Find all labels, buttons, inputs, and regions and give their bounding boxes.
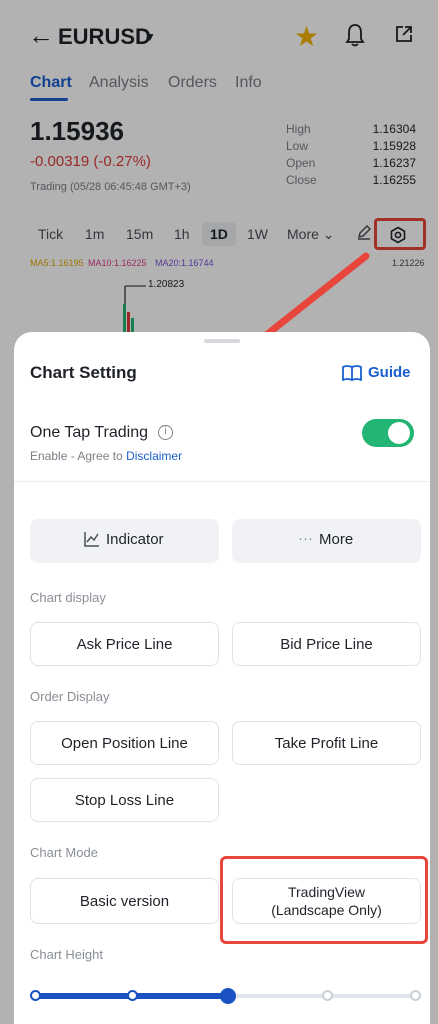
more-label: More [319, 531, 354, 548]
take-profit-line-button[interactable]: Take Profit Line [232, 721, 421, 765]
slider-step[interactable] [127, 990, 138, 1001]
guide-label: Guide [368, 364, 411, 381]
slider-step[interactable] [322, 990, 333, 1001]
indicator-label: Indicator [106, 531, 164, 548]
more-button[interactable]: ··· More [232, 519, 421, 563]
sheet-title: Chart Setting [30, 363, 137, 382]
ask-price-line-label: Ask Price Line [76, 636, 173, 653]
stop-loss-line-button[interactable]: Stop Loss Line [30, 778, 219, 822]
drag-handle[interactable] [204, 339, 240, 343]
ask-price-line-button[interactable]: Ask Price Line [30, 622, 219, 666]
open-position-line-label: Open Position Line [61, 735, 188, 752]
annotation-highlight-tradingview [220, 856, 428, 944]
one-tap-trading-subtitle: Enable - Agree to Disclaimer [30, 449, 182, 463]
chart-mode-label: Chart Mode [30, 845, 98, 860]
indicator-chart-icon [84, 531, 100, 551]
disclaimer-link[interactable]: Disclaimer [126, 449, 182, 463]
stop-loss-line-label: Stop Loss Line [74, 792, 175, 809]
toggle-knob [388, 422, 410, 444]
one-tap-trading-toggle[interactable] [362, 419, 414, 447]
book-icon [342, 365, 362, 381]
slider-step[interactable] [30, 990, 41, 1001]
order-display-label: Order Display [30, 689, 110, 704]
chart-display-label: Chart display [30, 590, 106, 605]
divider [14, 481, 430, 482]
basic-version-label: Basic version [79, 893, 170, 910]
info-icon[interactable]: i [158, 425, 173, 440]
bid-price-line-label: Bid Price Line [280, 636, 373, 653]
chart-height-label: Chart Height [30, 947, 103, 962]
indicator-button[interactable]: Indicator [30, 519, 219, 563]
chart-setting-sheet: Chart Setting Guide One Tap Trading i En… [14, 332, 430, 1024]
slider-step[interactable] [410, 990, 421, 1001]
bid-price-line-button[interactable]: Bid Price Line [232, 622, 421, 666]
subtitle-prefix: Enable - Agree to [30, 449, 127, 463]
one-tap-trading-label: One Tap Trading [30, 424, 149, 441]
more-dots-icon: ··· [298, 530, 313, 547]
slider-thumb[interactable] [220, 988, 236, 1004]
basic-version-button[interactable]: Basic version [30, 878, 219, 924]
take-profit-line-label: Take Profit Line [274, 735, 379, 752]
open-position-line-button[interactable]: Open Position Line [30, 721, 219, 765]
